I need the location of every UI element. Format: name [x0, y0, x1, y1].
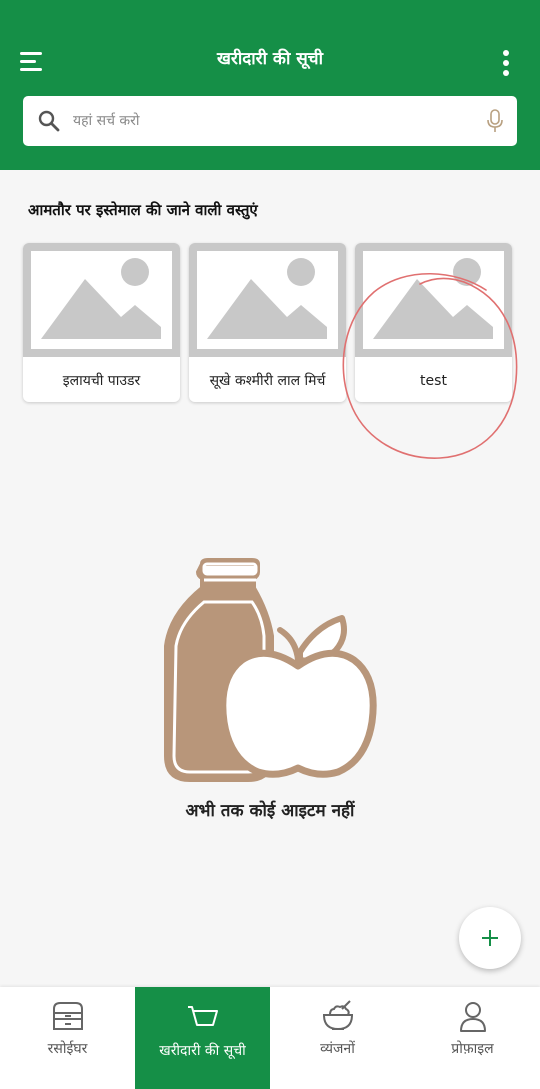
item-label: सूखे कश्मीरी लाल मिर्च	[209, 373, 326, 389]
nav-item-pantry[interactable]: रसोईघर	[0, 987, 135, 1089]
bottom-navigation: रसोईघर खरीदारी की सूची व्यंजनों प्रोफ़ाइ…	[0, 987, 540, 1089]
more-options-icon[interactable]	[498, 48, 514, 78]
suggested-item-card[interactable]: test	[355, 243, 512, 402]
nav-item-recipes[interactable]: व्यंजनों	[270, 987, 405, 1089]
search-icon	[38, 110, 60, 132]
search-bar[interactable]: यहां सर्च करो	[23, 96, 517, 146]
nav-item-profile[interactable]: प्रोफ़ाइल	[405, 987, 540, 1089]
empty-state-message: अभी तक कोई आइटम नहीं	[185, 801, 355, 821]
bottle-and-apple-illustration	[164, 558, 377, 782]
profile-icon	[459, 1002, 486, 1032]
item-label: test	[420, 373, 447, 389]
item-label: इलायची पाउडर	[62, 373, 141, 389]
nav-label: प्रोफ़ाइल	[451, 1041, 494, 1057]
image-placeholder-icon	[23, 243, 180, 357]
app-header: खरीदारी की सूची यहां सर्च करो	[0, 0, 540, 170]
search-input[interactable]: यहां सर्च करो	[73, 111, 140, 130]
nav-label: खरीदारी की सूची	[159, 1043, 246, 1059]
suggested-item-card[interactable]: सूखे कश्मीरी लाल मिर्च	[189, 243, 346, 402]
nav-item-shopping-list[interactable]: खरीदारी की सूची	[135, 987, 270, 1089]
microphone-icon[interactable]	[485, 108, 505, 134]
suggested-item-card[interactable]: इलायची पाउडर	[23, 243, 180, 402]
nav-label: व्यंजनों	[320, 1041, 355, 1057]
image-placeholder-icon	[189, 243, 346, 357]
pantry-icon	[52, 1002, 83, 1030]
page-title: खरीदारी की सूची	[216, 49, 324, 69]
add-item-button[interactable]	[459, 907, 521, 969]
nav-label: रसोईघर	[47, 1041, 88, 1057]
image-placeholder-icon	[355, 243, 512, 357]
section-title: आमतौर पर इस्तेमाल की जाने वाली वस्तुएं	[28, 201, 258, 219]
cart-icon	[187, 1006, 218, 1026]
bowl-icon	[322, 1000, 353, 1031]
